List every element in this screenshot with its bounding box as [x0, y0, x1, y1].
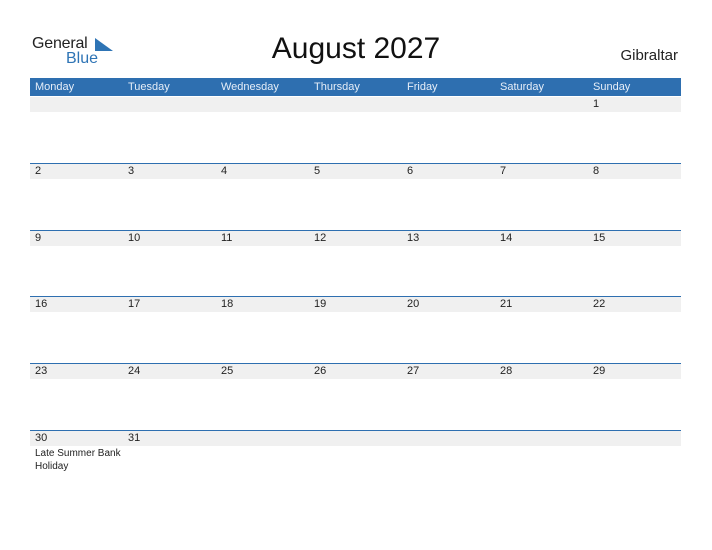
day-number: 20: [407, 298, 420, 310]
day-number: 23: [35, 365, 48, 377]
day-cell: 21: [495, 297, 588, 363]
day-cell: 12: [309, 231, 402, 297]
day-number: 14: [500, 232, 513, 244]
day-number: 8: [593, 165, 600, 177]
day-number: 25: [221, 365, 234, 377]
country-label: Gibraltar: [620, 47, 678, 64]
day-number: 4: [221, 165, 228, 177]
day-number: 18: [221, 298, 234, 310]
day-cell: 15: [588, 231, 681, 297]
empty-day-cell: [216, 97, 309, 163]
day-cell: 11: [216, 231, 309, 297]
calendar-week: 16 17 18 19 20 21 22: [30, 296, 681, 364]
day-cell: 27: [402, 364, 495, 430]
calendar-week: 1: [30, 97, 681, 164]
empty-day-cell: [216, 431, 309, 497]
day-cell: 24: [123, 364, 216, 430]
calendar-week: 23 24 25 26 27 28 29: [30, 363, 681, 431]
day-number: 5: [314, 165, 321, 177]
day-number: 31: [128, 432, 141, 444]
day-cell: 8: [588, 164, 681, 230]
empty-day-cell: [123, 97, 216, 163]
day-cell: 20: [402, 297, 495, 363]
day-number: 21: [500, 298, 513, 310]
empty-day-cell: [309, 97, 402, 163]
day-cell: 10: [123, 231, 216, 297]
day-cell: 18: [216, 297, 309, 363]
day-number: 3: [128, 165, 135, 177]
empty-day-cell: [309, 431, 402, 497]
day-number: 19: [314, 298, 327, 310]
day-cell: 30 Late Summer Bank Holiday: [30, 431, 123, 497]
day-cell: 14: [495, 231, 588, 297]
weekday-tuesday: Tuesday: [128, 81, 170, 93]
day-cell: 31: [123, 431, 216, 497]
day-cell: 7: [495, 164, 588, 230]
day-number: 27: [407, 365, 420, 377]
day-cell: 6: [402, 164, 495, 230]
day-cell: 5: [309, 164, 402, 230]
empty-day-cell: [30, 97, 123, 163]
day-number: 16: [35, 298, 48, 310]
day-number: 10: [128, 232, 141, 244]
weekday-monday: Monday: [35, 81, 75, 93]
day-cell: 4: [216, 164, 309, 230]
weekday-wednesday: Wednesday: [221, 81, 279, 93]
day-number: 12: [314, 232, 327, 244]
day-number: 7: [500, 165, 507, 177]
day-number: 15: [593, 232, 606, 244]
day-number: 9: [35, 232, 42, 244]
day-cell: 16: [30, 297, 123, 363]
day-cell: 2: [30, 164, 123, 230]
day-cell: 22: [588, 297, 681, 363]
calendar-week: 30 Late Summer Bank Holiday 31: [30, 430, 681, 498]
day-cell: 29: [588, 364, 681, 430]
weekday-sunday: Sunday: [593, 81, 631, 93]
day-number: 6: [407, 165, 414, 177]
day-cell: 1: [588, 97, 681, 163]
day-number: 17: [128, 298, 141, 310]
day-number: 2: [35, 165, 42, 177]
day-cell: 28: [495, 364, 588, 430]
day-cell: 9: [30, 231, 123, 297]
page-title: August 2027: [271, 32, 441, 65]
day-number: 24: [128, 365, 141, 377]
day-number: 30: [35, 432, 48, 444]
day-number: 22: [593, 298, 606, 310]
day-cell: 26: [309, 364, 402, 430]
day-number: 13: [407, 232, 420, 244]
empty-day-cell: [402, 431, 495, 497]
day-cell: 25: [216, 364, 309, 430]
day-number: 29: [593, 365, 606, 377]
weekday-saturday: Saturday: [500, 81, 545, 93]
day-cell: 13: [402, 231, 495, 297]
empty-day-cell: [495, 431, 588, 497]
day-number: 11: [221, 232, 233, 244]
empty-day-cell: [588, 431, 681, 497]
empty-day-cell: [402, 97, 495, 163]
empty-day-cell: [495, 97, 588, 163]
day-cell: 3: [123, 164, 216, 230]
weekday-header: Monday Tuesday Wednesday Thursday Friday…: [30, 78, 681, 96]
day-number: 26: [314, 365, 327, 377]
calendar-week: 2 3 4 5 6 7 8: [30, 163, 681, 231]
day-cell: 23: [30, 364, 123, 430]
day-cell: 19: [309, 297, 402, 363]
day-number: 28: [500, 365, 513, 377]
weekday-thursday: Thursday: [314, 81, 360, 93]
day-number: 1: [593, 98, 600, 110]
weekday-friday: Friday: [407, 81, 438, 93]
day-cell: 17: [123, 297, 216, 363]
calendar-week: 9 10 11 12 13 14 15: [30, 230, 681, 298]
holiday-label: Late Summer Bank Holiday: [35, 448, 121, 472]
